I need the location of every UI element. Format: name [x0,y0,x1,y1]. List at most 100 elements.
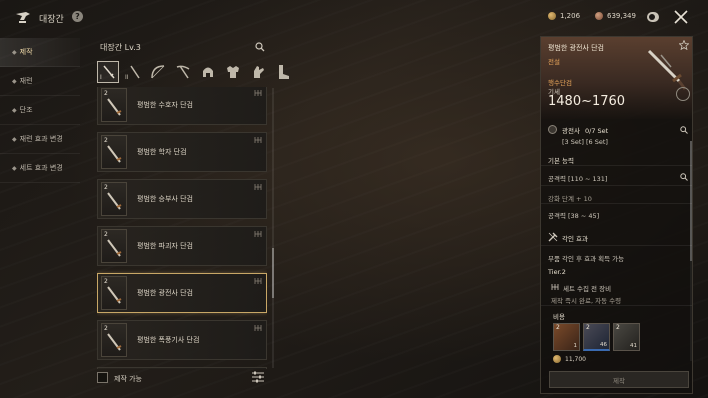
search-icon[interactable] [680,173,688,181]
top-bar: 대장간 ? 1,206 639,349 [0,0,708,34]
scrollbar-thumb[interactable] [272,248,274,298]
divider [541,203,692,204]
item-thumbnail: 2 [101,88,127,122]
engrave-label: 각인 효과 [562,235,588,243]
tab-crossbow[interactable] [172,61,194,83]
tier-number: 2 [104,278,108,285]
currency-gold: 1,206 [548,12,580,20]
rune-icon [254,278,262,284]
material-count: 46 [600,342,607,348]
lock-icon[interactable] [676,87,690,101]
sidebar-item-refine[interactable]: ◆ 재련 [0,67,80,96]
dagger-icon [647,49,687,90]
craft-button[interactable]: 제작 [549,371,689,388]
recipe-card[interactable]: 2 평범한 수호자 단검 [97,87,267,125]
scrollbar-thumb[interactable] [690,141,692,261]
anvil-icon [16,12,30,23]
set-icon [548,125,557,134]
boots-icon [279,65,289,79]
recipe-list-panel: 대장간 Lv.3 I II 2 평범한 수호자 단검 2 평범한 학자 단검 2… [95,37,289,392]
sidebar-item-set-effect[interactable]: ◆ 세트 효과 변경 [0,154,80,183]
list-footer: 제작 가능 [97,368,270,388]
rune-icon [254,231,262,237]
svg-text:I: I [100,74,102,81]
recipe-card[interactable]: 2 평범한 학자 단검 [97,132,267,172]
tab-dagger[interactable]: II [122,61,144,83]
tab-helmet[interactable] [197,61,219,83]
armor-icon [227,66,239,78]
recipe-card-selected[interactable]: 2 평범한 광전사 단검 [97,273,267,313]
help-icon[interactable]: ? [72,11,83,22]
tab-armor[interactable] [222,61,244,83]
sidebar-item-craft[interactable]: ◆ 제작 [0,38,80,67]
recipe-name: 평범한 폭풍기사 단검 [137,336,200,344]
sidebar-item-label: 세트 효과 변경 [19,164,63,172]
list-scrollbar[interactable] [272,88,274,368]
cost-label: 비용 [553,313,565,321]
material-slot[interactable]: 2 41 [613,323,640,351]
tier-number: 2 [104,231,108,238]
search-icon[interactable] [255,42,265,52]
sidebar-item-forge[interactable]: ◆ 단조 [0,96,80,125]
gold-coin-icon [553,355,561,363]
recipe-card[interactable]: 2 평범한 파괴자 단검 [97,226,267,266]
upgrade-level: 강화 단계 + 10 [548,195,592,203]
tab-sword[interactable]: I [97,61,119,83]
tab-boots[interactable] [272,61,294,83]
set-bonus: [3 Set] [6 Set] [562,138,608,146]
tab-gloves[interactable] [247,61,269,83]
sidebar-item-label: 제작 [19,48,33,56]
material-tier: 2 [556,324,560,331]
tier-number: 2 [104,90,108,97]
bow-icon [151,65,165,79]
stat-attack: 공격력 [110 ~ 131] [548,175,608,183]
filter-icon[interactable] [251,370,265,384]
toggle-icon[interactable] [647,12,659,22]
material-slot[interactable]: 2 1 [553,323,580,351]
item-thumbnail: 2 [101,276,127,310]
divider [541,305,692,306]
item-name: 평범한 광전사 단검 [548,44,604,52]
tier-number: 2 [104,137,108,144]
item-thumbnail: 2 [101,182,127,216]
rune-icon [254,137,262,143]
recipe-card[interactable]: 2 평범한 폭풍기사 단검 [97,320,267,360]
bullet-icon: ◆ [12,106,17,114]
set-equip-info: 세트 수집 전 장비 [563,285,612,293]
bullet-icon: ◆ [12,164,17,172]
tier-label: Tier.2 [548,268,566,276]
material-slot[interactable]: 2 46 [583,323,610,351]
divider [541,165,692,166]
bullet-icon: ◆ [12,135,17,143]
energy-value: 1480~1760 [548,94,626,109]
sword-icon: I [100,65,115,81]
weapon-type-tabs: I II [97,61,294,83]
currency-silver-amount: 639,349 [607,12,636,20]
tier-number: 2 [104,325,108,332]
cost-row: 11,700 [553,355,586,363]
material-tier: 2 [586,324,590,331]
craft-note: 제작 즉시 완료, 자동 수령 [551,297,622,305]
recipe-name: 평범한 승부사 단검 [137,195,193,203]
craftable-checkbox[interactable] [97,372,108,383]
item-thumbnail: 2 [101,323,127,357]
search-icon[interactable] [680,126,688,134]
item-thumbnail: 2 [101,135,127,169]
engrave-desc: 부품 각인 후 효과 획득 가능 [548,255,625,263]
dagger-icon: II [125,65,140,81]
recipe-name: 평범한 수호자 단검 [137,101,193,109]
detail-scrollbar[interactable] [690,141,692,361]
sidebar-item-refine-effect[interactable]: ◆ 재련 효과 변경 [0,125,80,154]
divider [541,185,692,186]
tab-bow[interactable] [147,61,169,83]
basic-ability-label: 기본 능력 [548,157,574,165]
sidebar-item-label: 단조 [19,106,33,114]
close-icon[interactable] [673,9,689,25]
recipe-name: 평범한 광전사 단검 [137,289,193,297]
recipe-card[interactable]: 2 평범한 승부사 단검 [97,179,267,219]
cost-amount: 11,700 [565,355,586,363]
craftable-label: 제작 가능 [114,375,142,383]
set-count: 0/7 Set [585,127,609,135]
page-title: 대장간 [39,15,64,25]
forge-level-title: 대장간 Lv.3 [100,43,141,52]
